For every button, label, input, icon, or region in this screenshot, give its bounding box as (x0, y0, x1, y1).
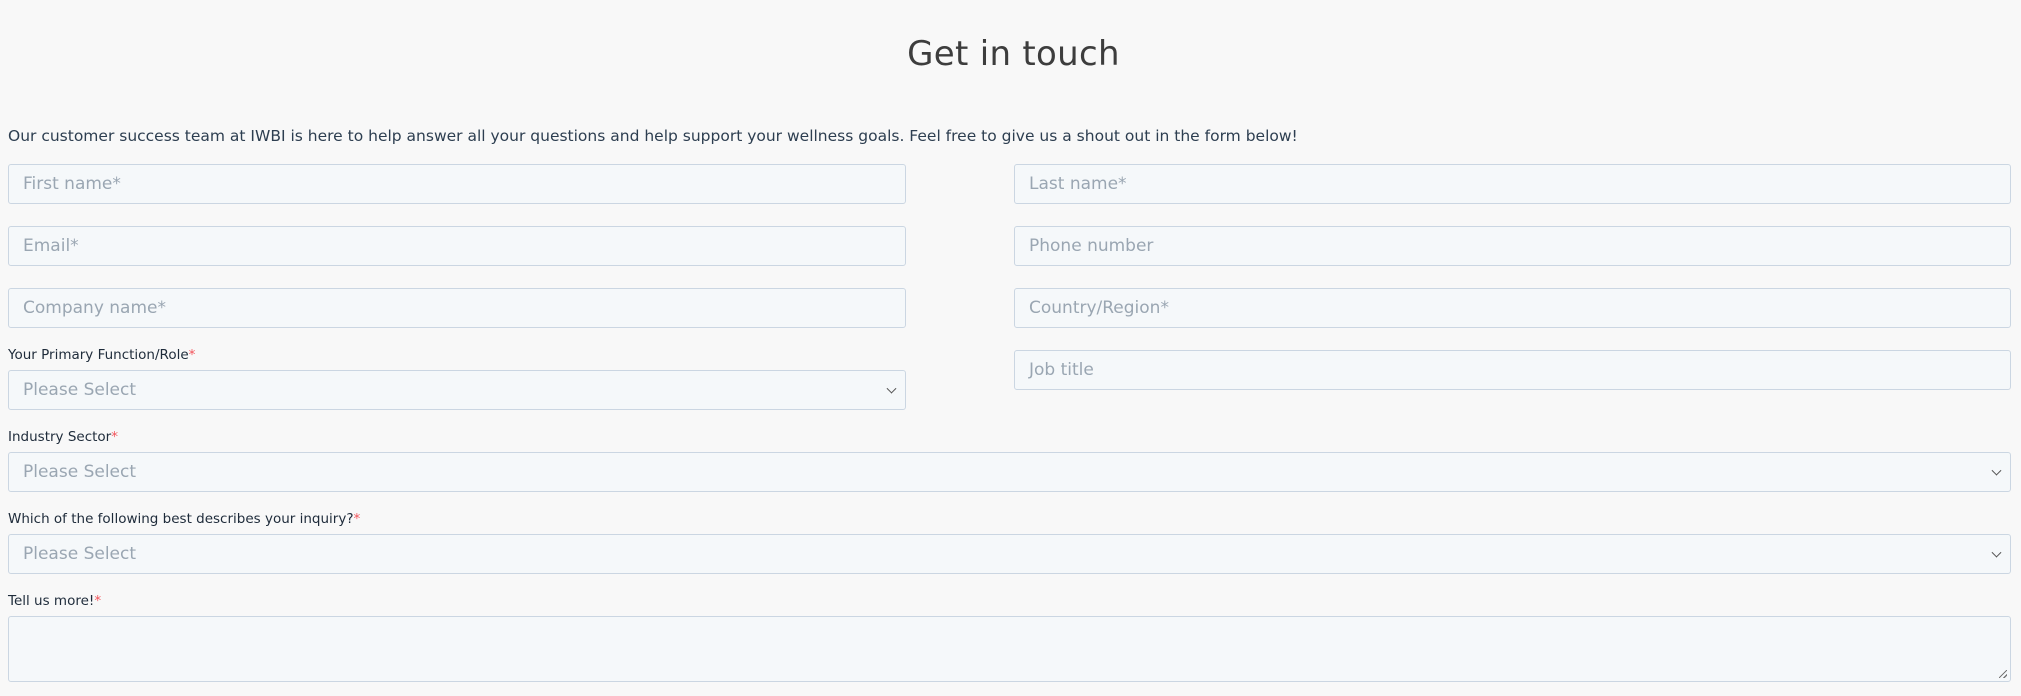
resize-grip-icon[interactable] (1999, 670, 2007, 678)
company-placeholder: Company name* (23, 298, 166, 318)
inquiry-select[interactable]: Please Select (8, 534, 2011, 574)
job-title-input[interactable]: Job title (1014, 350, 2011, 390)
first-name-placeholder: First name* (23, 174, 121, 194)
last-name-input[interactable]: Last name* (1014, 164, 2011, 204)
chevron-down-icon (1991, 465, 2002, 476)
inquiry-label: Which of the following best describes yo… (8, 511, 360, 527)
phone-input[interactable]: Phone number (1014, 226, 2011, 266)
required-marker: * (188, 347, 196, 363)
page-title: Get in touch (907, 34, 1120, 74)
email-placeholder: Email* (23, 236, 79, 256)
email-input[interactable]: Email* (8, 226, 906, 266)
industry-label-text: Industry Sector (8, 429, 112, 445)
chevron-down-icon (886, 383, 897, 394)
industry-select-value: Please Select (23, 462, 137, 482)
phone-placeholder: Phone number (1029, 236, 1154, 256)
more-label: Tell us more!* (8, 593, 101, 609)
role-label: Your Primary Function/Role* (8, 347, 195, 363)
company-input[interactable]: Company name* (8, 288, 906, 328)
industry-select[interactable]: Please Select (8, 452, 2011, 492)
required-marker: * (94, 593, 102, 609)
tell-us-more-textarea[interactable] (8, 616, 2011, 682)
country-input[interactable]: Country/Region* (1014, 288, 2011, 328)
role-select[interactable]: Please Select (8, 370, 906, 410)
more-label-text: Tell us more! (8, 593, 95, 609)
chevron-down-icon (1991, 547, 2002, 558)
intro-text: Our customer success team at IWBI is her… (8, 127, 1298, 145)
country-placeholder: Country/Region* (1029, 298, 1169, 318)
industry-label: Industry Sector* (8, 429, 118, 445)
required-marker: * (111, 429, 118, 445)
required-marker: * (353, 511, 361, 527)
role-select-value: Please Select (23, 380, 137, 400)
inquiry-label-text: Which of the following best describes yo… (8, 511, 354, 527)
last-name-placeholder: Last name* (1029, 174, 1127, 194)
inquiry-select-value: Please Select (23, 544, 137, 564)
job-title-placeholder: Job title (1029, 360, 1094, 380)
role-label-text: Your Primary Function/Role (8, 347, 189, 363)
first-name-input[interactable]: First name* (8, 164, 906, 204)
